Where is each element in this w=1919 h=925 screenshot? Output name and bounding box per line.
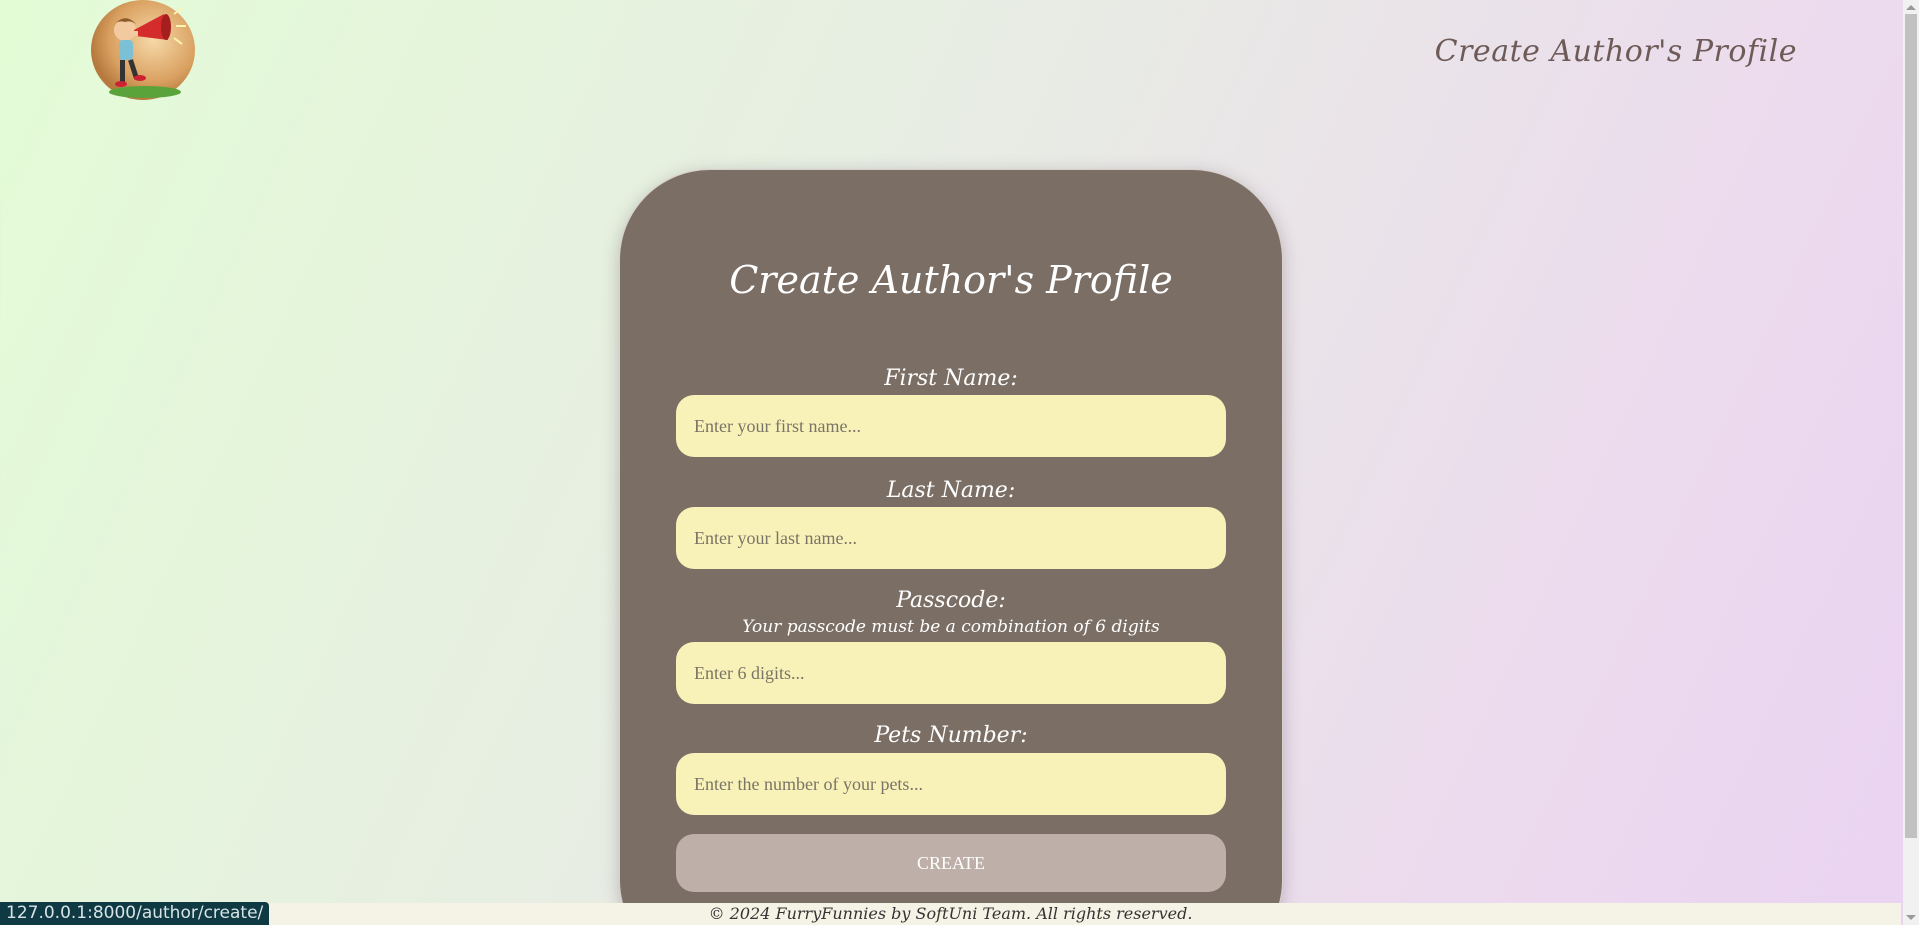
scroll-down-arrow-icon[interactable] xyxy=(1906,915,1916,920)
form-title: Create Author's Profile xyxy=(729,258,1173,302)
passcode-label: Passcode: xyxy=(896,588,1006,613)
megaphone-kid-logo-icon xyxy=(91,0,195,100)
last-name-label: Last Name: xyxy=(886,478,1016,503)
create-author-form-card: Create Author's Profile First Name: Last… xyxy=(620,170,1282,925)
passcode-hint: Your passcode must be a combination of 6… xyxy=(742,617,1160,637)
pets-number-input[interactable] xyxy=(676,753,1226,815)
first-name-label: First Name: xyxy=(884,366,1018,391)
pets-number-label: Pets Number: xyxy=(874,723,1028,748)
scroll-up-arrow-icon[interactable] xyxy=(1906,5,1916,10)
scrollbar-thumb[interactable] xyxy=(1905,14,1917,838)
first-name-input[interactable] xyxy=(676,395,1226,457)
link-status-url: 127.0.0.1:8000/author/create/ xyxy=(0,902,270,925)
site-logo[interactable] xyxy=(90,0,196,100)
passcode-input[interactable] xyxy=(676,642,1226,704)
header-page-title: Create Author's Profile xyxy=(1434,34,1797,69)
footer-copyright: © 2024 FurryFunnies by SoftUni Team. All… xyxy=(0,903,1901,925)
create-button[interactable]: CREATE xyxy=(676,834,1226,892)
vertical-scrollbar[interactable] xyxy=(1903,0,1919,925)
last-name-input[interactable] xyxy=(676,507,1226,569)
